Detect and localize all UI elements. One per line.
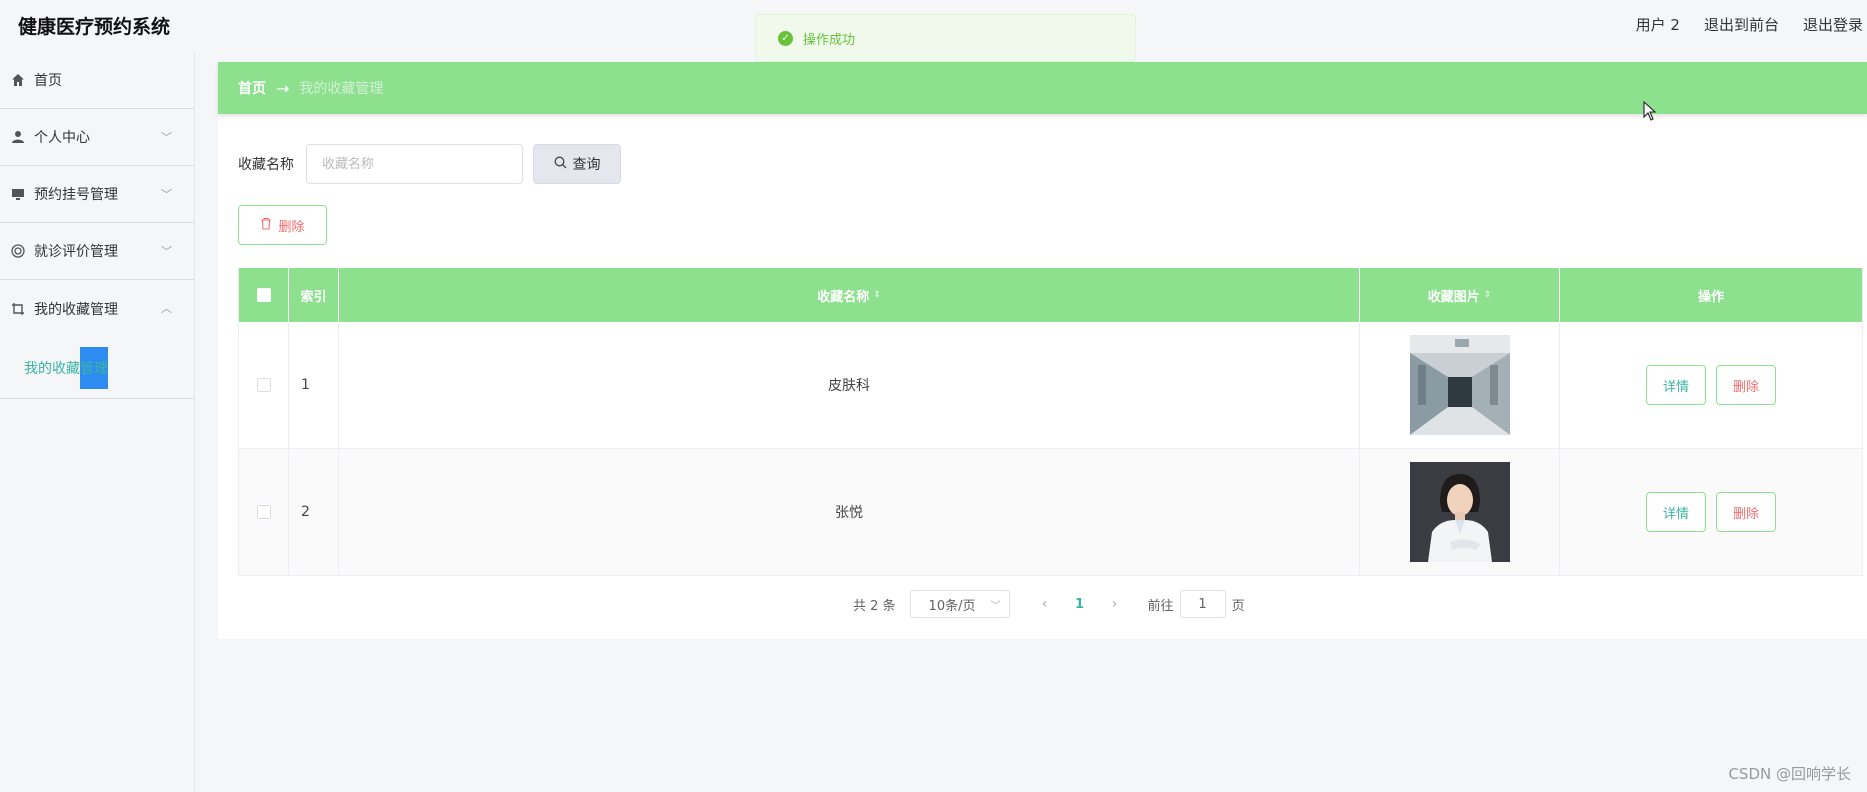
row-index: 2	[289, 449, 339, 575]
search-button-label: 查询	[572, 157, 601, 173]
prev-page-button[interactable]: ‹	[1030, 596, 1060, 612]
circle-icon	[10, 243, 26, 259]
chevron-down-icon: ﹀	[161, 188, 172, 201]
hospital-corridor-photo[interactable]	[1409, 335, 1510, 435]
table-row: 2 张悦 详情 删除	[239, 449, 1862, 576]
row-select-cell	[239, 449, 289, 575]
sort-icon[interactable]: ⇕	[873, 290, 881, 300]
delete-button[interactable]: 删除	[1716, 365, 1776, 405]
sidebar-item-favorites[interactable]: 我的收藏管理 ︿	[0, 280, 194, 337]
sidebar-item-label: 就诊评价管理	[34, 244, 118, 260]
logout-link[interactable]: 退出登录	[1803, 14, 1863, 35]
search-form: 收藏名称 查询	[238, 144, 621, 184]
batch-delete-button[interactable]: 删除	[238, 205, 327, 245]
goto-label: 前往	[1147, 598, 1174, 614]
breadcrumb-home-link[interactable]: 首页	[238, 78, 266, 98]
user-icon	[10, 129, 26, 145]
goto-page-input[interactable]	[1179, 590, 1226, 618]
select-all-checkbox[interactable]	[256, 288, 271, 302]
sidebar-subitem-label: 我的收藏管理	[24, 360, 108, 377]
header-select-cell	[239, 268, 289, 322]
sidebar-item-appointment[interactable]: 预约挂号管理 ﹀	[0, 166, 194, 223]
sidebar-item-personal-center[interactable]: 个人中心 ﹀	[0, 109, 194, 166]
sidebar-item-evaluation[interactable]: 就诊评价管理 ﹀	[0, 223, 194, 280]
sidebar-item-label: 我的收藏管理	[34, 301, 118, 318]
row-name: 皮肤科	[339, 322, 1360, 448]
doctor-portrait-photo[interactable]	[1409, 462, 1510, 562]
chevron-down-icon: ﹀	[161, 245, 172, 258]
page-number[interactable]: 1	[1060, 597, 1100, 612]
pagination-total: 共 2 条	[853, 598, 896, 614]
row-checkbox[interactable]	[256, 378, 271, 392]
exit-to-front-link[interactable]: 退出到前台	[1704, 14, 1779, 35]
row-checkbox[interactable]	[256, 505, 271, 519]
chevron-down-icon: ﹀	[161, 131, 172, 144]
table-row: 1 皮肤科 详情 删除	[239, 322, 1862, 449]
page-size-value: 10条/页	[928, 598, 976, 614]
watermark: CSDN @回响学长	[1728, 765, 1851, 783]
column-header-actions: 操作	[1697, 289, 1724, 305]
header-actions: 用户 2 退出到前台 退出登录	[1636, 14, 1867, 35]
sort-icon[interactable]: ⇕	[1484, 290, 1492, 300]
row-image-cell	[1360, 322, 1560, 448]
sidebar-subitem-favorites[interactable]: 我的收藏管理	[0, 337, 194, 399]
row-actions: 详情 删除	[1560, 322, 1862, 448]
sidebar-item-label: 个人中心	[34, 130, 90, 146]
column-header-image-label: 收藏图片	[1427, 289, 1480, 305]
column-header-index: 索引	[289, 268, 339, 322]
chevron-up-icon: ︿	[161, 302, 172, 315]
monitor-icon	[10, 186, 26, 202]
chevron-down-icon: ﹀	[990, 600, 1001, 612]
page-suffix: 页	[1231, 598, 1245, 614]
row-index: 1	[289, 322, 339, 448]
success-toast: ✓ 操作成功	[755, 14, 1136, 62]
check-circle-icon: ✓	[778, 30, 793, 46]
detail-button[interactable]: 详情	[1646, 365, 1706, 405]
search-input[interactable]	[306, 144, 523, 184]
main-content: 首页 → 我的收藏管理 收藏名称 查询 删除 索引 收藏名称 ⇕	[218, 62, 1867, 639]
crop-icon	[10, 301, 26, 317]
home-icon	[10, 72, 26, 88]
row-name: 张悦	[339, 449, 1360, 575]
sidebar-item-label: 首页	[34, 73, 62, 89]
sidebar-item-label: 预约挂号管理	[34, 187, 118, 203]
batch-delete-label: 删除	[278, 219, 305, 235]
breadcrumb-current: 我的收藏管理	[299, 81, 384, 97]
search-button[interactable]: 查询	[533, 144, 621, 184]
favorites-table: 索引 收藏名称 ⇕ 收藏图片 ⇕ 操作 1 皮肤科 详情 删除 2 张悦 详情 …	[238, 268, 1863, 576]
detail-button[interactable]: 详情	[1646, 492, 1706, 532]
toast-message: 操作成功	[803, 32, 856, 48]
mouse-cursor-icon	[1643, 100, 1657, 125]
pagination: 共 2 条 10条/页 ﹀ ‹ 1 › 前往 页	[853, 590, 1245, 618]
current-user-label[interactable]: 用户 2	[1636, 14, 1680, 35]
row-actions: 详情 删除	[1560, 449, 1862, 575]
delete-button[interactable]: 删除	[1716, 492, 1776, 532]
column-header-name[interactable]: 收藏名称 ⇕	[339, 268, 1360, 322]
page-size-select[interactable]: 10条/页 ﹀	[909, 590, 1010, 618]
column-header-name-label: 收藏名称	[817, 289, 870, 305]
app-title: 健康医疗预约系统	[18, 16, 171, 38]
column-header-image[interactable]: 收藏图片 ⇕	[1360, 268, 1560, 322]
trash-icon	[260, 217, 272, 234]
sidebar-item-home[interactable]: 首页	[0, 52, 194, 109]
next-page-button[interactable]: ›	[1100, 596, 1130, 612]
breadcrumb: 首页 → 我的收藏管理	[218, 62, 1867, 114]
row-select-cell	[239, 322, 289, 448]
sidebar: 首页 个人中心 ﹀ 预约挂号管理 ﹀ 就诊评价管理 ﹀ 我的收藏管理 ︿ 我的收…	[0, 52, 195, 792]
table-header: 索引 收藏名称 ⇕ 收藏图片 ⇕ 操作	[239, 268, 1862, 322]
arrow-right-icon: →	[276, 78, 290, 98]
search-label: 收藏名称	[238, 157, 294, 173]
search-icon	[554, 156, 567, 173]
row-image-cell	[1360, 449, 1560, 575]
